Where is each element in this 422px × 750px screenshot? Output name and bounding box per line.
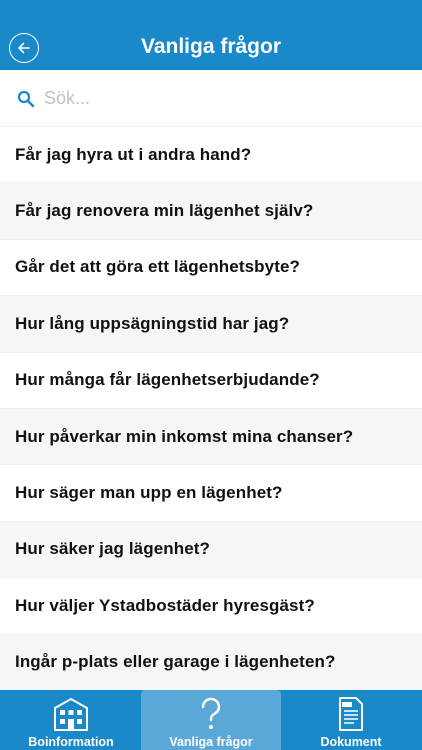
tab-boinformation[interactable]: Boinformation (1, 690, 141, 750)
building-icon (54, 698, 88, 731)
tab-label: Dokument (320, 735, 382, 749)
faq-item[interactable]: Hur väljer Ystadbostäder hyresgäst? (0, 577, 422, 633)
search-icon (17, 90, 35, 108)
faq-question: Får jag renovera min lägenhet själv? (15, 201, 314, 221)
faq-question: Hur säker jag lägenhet? (15, 539, 211, 559)
faq-question: Ingår p-plats eller garage i lägenheten? (15, 652, 336, 672)
faq-item[interactable]: Ingår p-plats eller garage i lägenheten? (0, 633, 422, 690)
tab-label: Boinformation (28, 735, 114, 749)
faq-question: Hur lång uppsägningstid har jag? (15, 313, 290, 333)
faq-question: Går det att göra ett lägenhetsbyte? (15, 257, 300, 277)
page-title: Vanliga frågor (140, 35, 282, 58)
faq-item[interactable]: Hur många får lägenhetserbjudande? (0, 351, 422, 408)
faq-question: Hur väljer Ystadbostäder hyresgäst? (15, 595, 315, 615)
pdf-document-icon (339, 697, 363, 731)
faq-item[interactable]: Hur påverkar min inkomst mina chanser? (0, 407, 422, 465)
faq-item[interactable]: Går det att göra ett lägenhetsbyte? (0, 238, 422, 295)
tab-bar: Boinformation Vanliga frågor Dokument (0, 690, 422, 750)
header-bar: Vanliga frågor (0, 0, 422, 70)
faq-question: Hur många får lägenhetserbjudande? (15, 370, 320, 390)
faq-question: Får jag hyra ut i andra hand? (15, 144, 252, 164)
faq-item[interactable]: Hur säker jag lägenhet? (0, 520, 422, 578)
faq-item[interactable]: Får jag hyra ut i andra hand? (0, 126, 422, 182)
search-bar (0, 70, 422, 126)
tab-label: Vanliga frågor (169, 735, 253, 749)
tab-dokument[interactable]: Dokument (281, 690, 421, 750)
faq-item[interactable]: Hur lång uppsägningstid har jag? (0, 295, 422, 352)
faq-question: Hur påverkar min inkomst mina chanser? (15, 426, 354, 446)
search-input[interactable] (44, 84, 404, 112)
faq-item[interactable]: Får jag renovera min lägenhet själv? (0, 182, 422, 239)
faq-item[interactable]: Hur säger man upp en lägenhet? (0, 464, 422, 520)
faq-list: Får jag hyra ut i andra hand? Får jag re… (0, 126, 422, 690)
faq-question: Hur säger man upp en lägenhet? (15, 483, 283, 503)
question-mark-icon (201, 697, 221, 729)
tab-vanliga-fragor[interactable]: Vanliga frågor (141, 690, 281, 750)
